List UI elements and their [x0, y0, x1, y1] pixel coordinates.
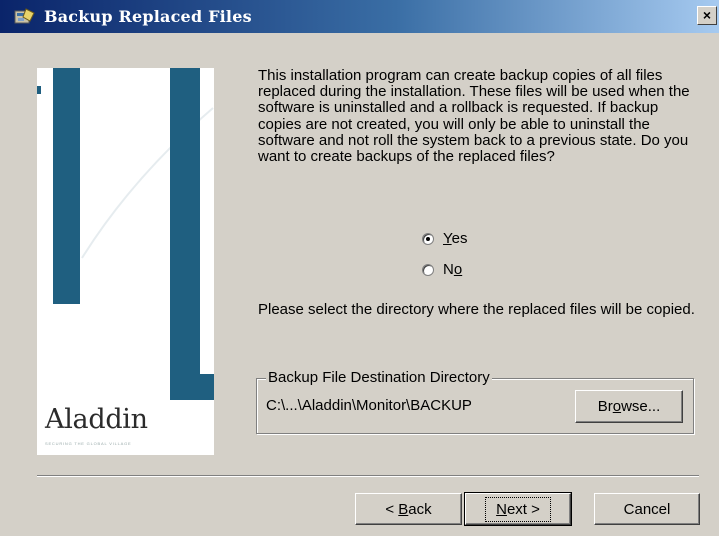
- browse-button[interactable]: Browse...: [575, 390, 683, 423]
- cancel-button[interactable]: Cancel: [594, 493, 700, 525]
- yes-radio[interactable]: [422, 232, 434, 245]
- banner-graphic: [37, 68, 214, 455]
- directory-prompt: Please select the directory where the re…: [258, 301, 695, 318]
- footer-separator: [37, 475, 699, 477]
- cancel-label: Cancel: [623, 500, 671, 518]
- installer-icon: [14, 7, 36, 27]
- aladdin-logo: Aladdin: [45, 404, 148, 435]
- browse-label: Browse...: [597, 398, 661, 415]
- destination-group-label: Backup File Destination Directory: [266, 369, 492, 386]
- back-label: < Back: [385, 500, 432, 518]
- option-no[interactable]: No: [422, 261, 462, 278]
- option-yes[interactable]: Yes: [422, 230, 467, 247]
- destination-path: C:\...\Aladdin\Monitor\BACKUP: [266, 397, 472, 414]
- close-icon: ×: [702, 7, 712, 23]
- back-button[interactable]: < Back: [355, 493, 462, 525]
- logo-tagline: SECURING THE GLOBAL VILLAGE: [45, 441, 132, 446]
- description-text: This installation program can create bac…: [258, 67, 690, 166]
- title-bar: Backup Replaced Files ×: [0, 0, 719, 33]
- window-title: Backup Replaced Files: [44, 7, 252, 26]
- no-radio[interactable]: [422, 263, 434, 276]
- side-banner: Aladdin SECURING THE GLOBAL VILLAGE: [37, 68, 214, 455]
- close-button[interactable]: ×: [697, 6, 717, 25]
- next-button[interactable]: Next >: [464, 492, 572, 526]
- next-label: Next >: [485, 496, 551, 522]
- yes-label[interactable]: Yes: [443, 230, 467, 247]
- no-label[interactable]: No: [443, 261, 462, 278]
